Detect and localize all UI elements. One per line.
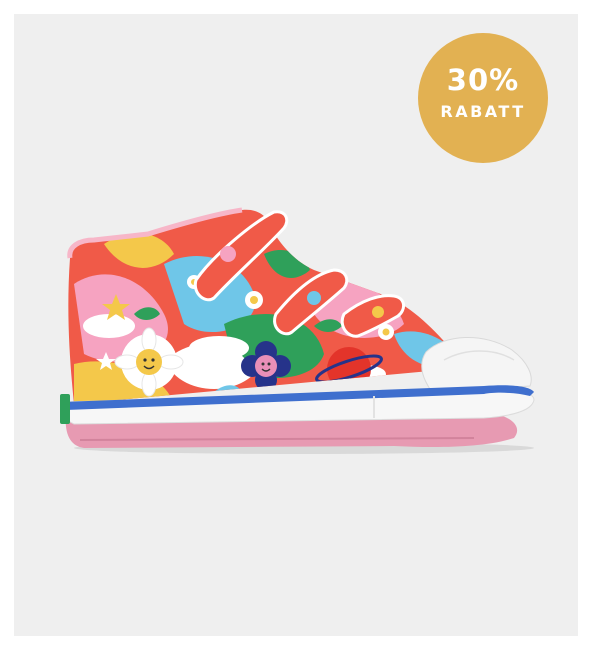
product-image-frame[interactable]: 30% RABATT — [14, 14, 578, 636]
discount-badge: 30% RABATT — [418, 33, 548, 163]
toe-cap — [421, 337, 532, 393]
heel-tab — [60, 394, 70, 424]
discount-label: RABATT — [440, 102, 526, 121]
discount-percent: 30% — [446, 63, 520, 97]
